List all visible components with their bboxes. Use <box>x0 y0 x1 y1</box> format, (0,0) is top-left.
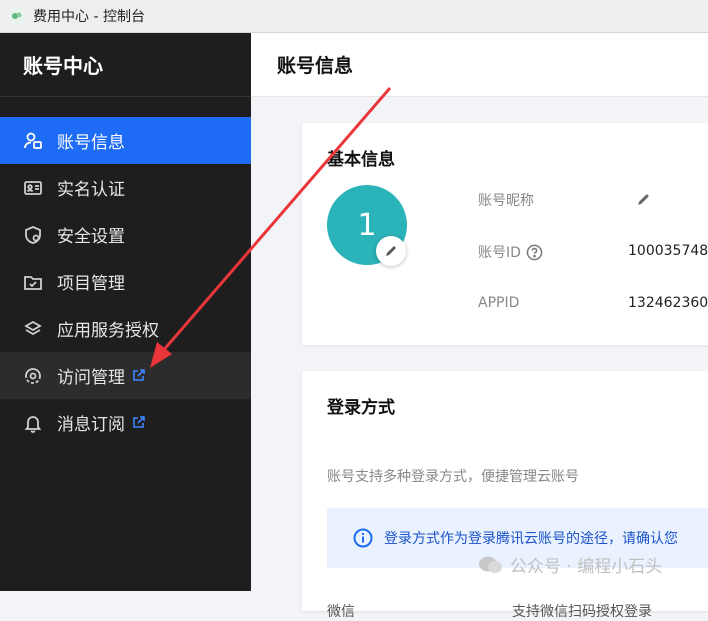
login-methods-title: 登录方式 <box>327 398 395 418</box>
folder-check-icon <box>22 271 44 293</box>
access-icon <box>22 365 44 387</box>
sidebar-item-account-info[interactable]: 账号信息 <box>0 117 251 164</box>
external-link-icon <box>132 369 145 382</box>
help-icon[interactable] <box>526 244 543 261</box>
sidebar-item-app-auth[interactable]: 应用服务授权 <box>0 305 251 352</box>
window-title: 费用中心 - 控制台 <box>33 9 145 25</box>
basic-info-card: 基本信息 1 账号昵称 账号ID 1000357485 APPID 132462… <box>302 123 708 345</box>
external-link-icon <box>132 416 145 429</box>
login-methods-description: 账号支持多种登录方式，便捷管理云账号 <box>327 469 579 485</box>
account-id-label: 账号ID <box>478 242 543 262</box>
nickname-label: 账号昵称 <box>478 193 534 209</box>
window-titlebar: 费用中心 - 控制台 <box>0 0 708 33</box>
edit-nickname-button[interactable] <box>636 192 651 211</box>
pencil-icon <box>386 246 396 256</box>
bell-icon <box>22 412 44 434</box>
main-content: 账号信息 基本信息 1 账号昵称 账号ID 1000357485 APPID 1… <box>251 33 708 620</box>
sidebar-brand: 账号中心 <box>0 33 251 97</box>
account-id-value: 1000357485 <box>628 243 708 259</box>
sidebar: 账号中心 账号信息 实名认证 安全设置 项目管理 应用服务授权 访问管理 消息订… <box>0 33 251 591</box>
pencil-icon <box>638 194 649 205</box>
basic-info-title: 基本信息 <box>327 150 395 170</box>
shield-icon <box>22 224 44 246</box>
sidebar-item-real-name[interactable]: 实名认证 <box>0 164 251 211</box>
info-notice-text: 登录方式作为登录腾讯云账号的途径，请确认您 <box>384 531 678 547</box>
watermark: 公众号 · 编程小石头 <box>478 552 662 577</box>
sidebar-item-label: 消息订阅 <box>57 415 125 435</box>
page-title: 账号信息 <box>251 33 708 97</box>
account-id-label-text: 账号ID <box>478 245 521 261</box>
app-icon <box>9 8 25 24</box>
sidebar-item-label: 实名认证 <box>57 180 125 200</box>
sidebar-item-access-management[interactable]: 访问管理 <box>0 352 251 399</box>
sidebar-item-label: 访问管理 <box>57 368 125 388</box>
id-card-icon <box>22 177 44 199</box>
wechat-icon <box>479 556 502 573</box>
sidebar-item-projects[interactable]: 项目管理 <box>0 258 251 305</box>
sidebar-item-subscriptions[interactable]: 消息订阅 <box>0 399 251 446</box>
layers-icon <box>22 318 44 340</box>
user-card-icon <box>22 130 44 152</box>
wechat-label: 微信 <box>327 604 355 620</box>
sidebar-item-label: 账号信息 <box>57 133 125 153</box>
wechat-value: 支持微信扫码授权登录 <box>512 604 652 620</box>
sidebar-item-security[interactable]: 安全设置 <box>0 211 251 258</box>
avatar-edit-button[interactable] <box>376 236 406 266</box>
appid-value: 1324623609 <box>628 295 708 311</box>
sidebar-item-label: 项目管理 <box>57 274 125 294</box>
watermark-text: 公众号 · 编程小石头 <box>510 557 663 577</box>
sidebar-item-label: 安全设置 <box>57 227 125 247</box>
sidebar-menu: 账号信息 实名认证 安全设置 项目管理 应用服务授权 访问管理 消息订阅 <box>0 117 251 446</box>
info-icon <box>353 528 373 548</box>
sidebar-item-label: 应用服务授权 <box>57 321 159 341</box>
appid-label: APPID <box>478 295 520 311</box>
